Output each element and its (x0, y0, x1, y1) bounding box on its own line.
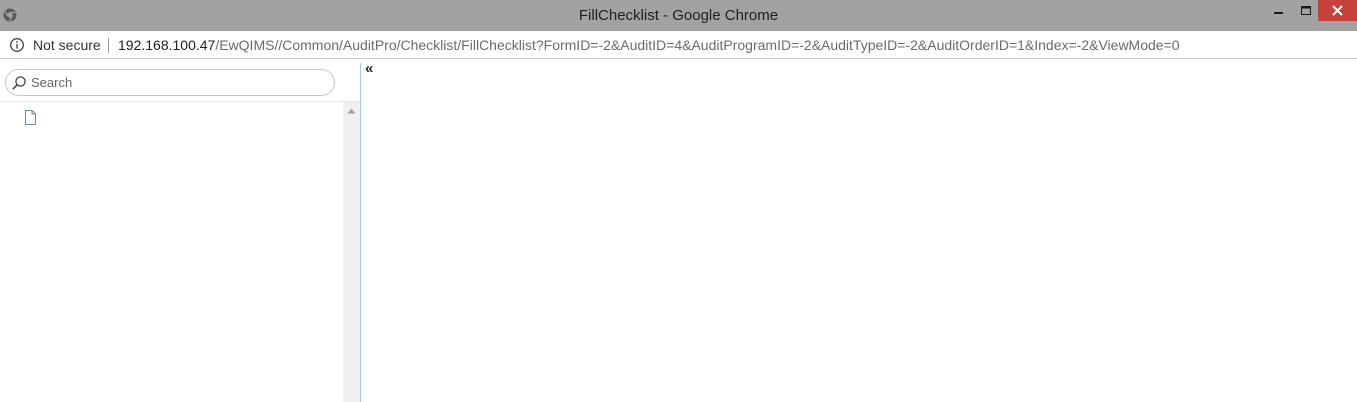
scroll-up-arrow-icon[interactable] (347, 108, 356, 114)
window-titlebar: FillChecklist - Google Chrome (0, 0, 1357, 31)
search-icon (12, 76, 26, 90)
url-path: /EwQIMS//Common/AuditPro/Checklist/FillC… (215, 37, 1180, 53)
search-box[interactable] (5, 69, 335, 96)
window-title: FillChecklist - Google Chrome (578, 7, 779, 24)
search-input[interactable] (31, 73, 326, 92)
tree-scrollbar[interactable] (343, 102, 360, 402)
maximize-button[interactable] (1293, 0, 1319, 21)
close-button[interactable] (1318, 0, 1357, 21)
checklist-tree[interactable] (0, 102, 343, 402)
security-label[interactable]: Not secure (33, 37, 101, 53)
info-icon[interactable] (9, 37, 25, 53)
maximize-icon (1301, 6, 1311, 15)
checklist-tree-panel (0, 63, 361, 402)
document-icon[interactable] (24, 110, 37, 125)
close-icon (1332, 5, 1343, 16)
url-host: 192.168.100.47 (118, 37, 216, 53)
minimize-button[interactable] (1265, 0, 1291, 21)
url-text[interactable]: 192.168.100.47/EwQIMS//Common/AuditPro/C… (118, 37, 1180, 53)
collapse-panel-button[interactable]: « (365, 60, 373, 77)
address-bar[interactable]: Not secure 192.168.100.47/EwQIMS//Common… (0, 31, 1357, 59)
minimize-icon (1274, 12, 1283, 14)
address-separator (108, 38, 109, 53)
